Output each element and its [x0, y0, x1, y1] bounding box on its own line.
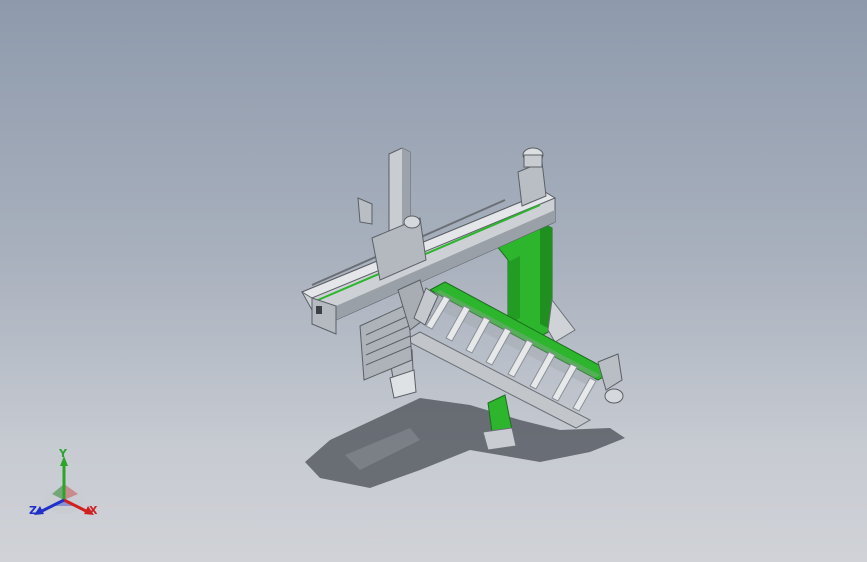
axis-y-label: Y — [59, 447, 67, 460]
axis-x-label: X — [89, 504, 98, 517]
drive-motor — [517, 147, 547, 207]
coordinate-triad: Y X Z — [22, 446, 112, 526]
cad-viewport[interactable]: Y X Z — [0, 0, 867, 562]
gantry-conveyor-model[interactable] — [0, 0, 867, 562]
model-shadow — [305, 398, 625, 488]
axis-z-label: Z — [29, 504, 37, 517]
